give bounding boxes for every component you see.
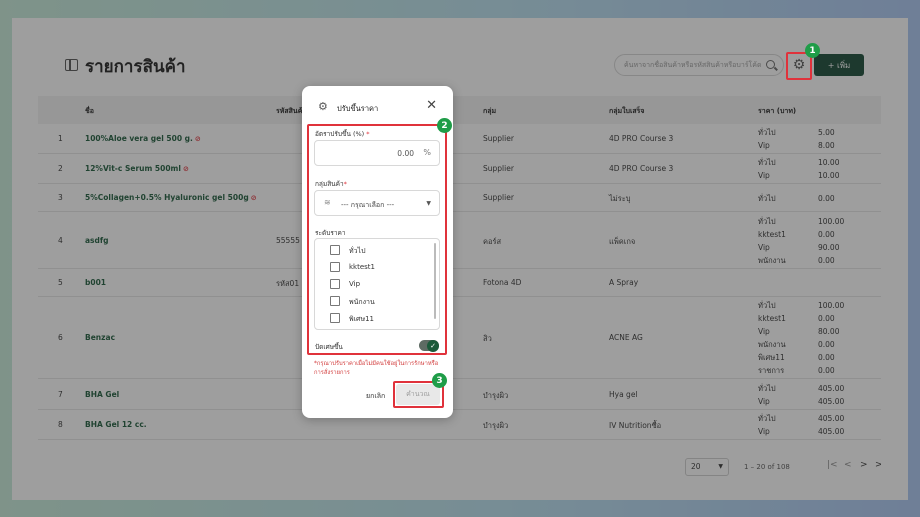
gear-icon: ⚙ <box>318 100 328 113</box>
dialog-title: ปรับขึ้นราคา <box>337 104 379 113</box>
price-level-option-label: พนักงาน <box>349 298 375 306</box>
annotation-badge-3: 3 <box>432 373 447 388</box>
checkbox[interactable] <box>330 262 340 272</box>
price-levels-list[interactable]: ทั่วไป kktest1 Vip พนักงานพิเศษ11 <box>314 238 440 330</box>
rate-value: 0.00 <box>397 149 414 158</box>
caret-down-icon: ▼ <box>426 200 431 207</box>
percent-icon: % <box>423 148 431 157</box>
checkbox[interactable] <box>330 279 340 289</box>
group-label-text: กลุ่มสินค้า <box>315 180 344 188</box>
warning-text: *กรุณาปรับราคาเมื่อไม่มีคนใช้อยู่ในการรั… <box>314 361 439 376</box>
dialog-header: ⚙ ปรับขึ้นราคา ✕ <box>302 86 453 124</box>
required-mark: * <box>366 130 370 138</box>
required-mark: * <box>343 180 347 188</box>
price-level-option-label: Vip <box>349 280 361 288</box>
checkbox[interactable] <box>330 245 340 255</box>
cancel-button[interactable]: ยกเลิก <box>366 391 385 402</box>
rate-label-text: อัตราปรับขึ้น (%) <box>315 130 365 138</box>
modal-backdrop[interactable] <box>0 0 920 517</box>
check-icon: ✓ <box>427 339 439 352</box>
calculate-button[interactable]: คำนวณ <box>396 384 440 405</box>
rate-label: อัตราปรับขึ้น (%) * <box>315 129 370 139</box>
round-label: ปัดเศษขึ้น <box>315 343 343 351</box>
levels-label: ระดับราคา <box>315 229 346 237</box>
round-toggle[interactable]: ✓ <box>419 339 439 352</box>
price-level-option-label: พิเศษ11 <box>349 315 374 323</box>
group-select[interactable]: ≋ --- กรุณาเลือก --- ▼ <box>314 190 440 216</box>
checkbox[interactable] <box>330 313 340 323</box>
levels-scrollbar[interactable] <box>434 243 436 319</box>
annotation-badge-2: 2 <box>437 118 452 133</box>
group-placeholder: --- กรุณาเลือก --- <box>341 201 395 209</box>
annotation-badge-1: 1 <box>805 43 820 58</box>
close-icon[interactable]: ✕ <box>426 98 437 113</box>
rate-input[interactable]: 0.00 % <box>314 140 440 166</box>
price-level-option-label: ทั่วไป <box>349 247 366 255</box>
group-label: กลุ่มสินค้า* <box>315 179 347 189</box>
checkbox[interactable] <box>330 296 340 306</box>
layers-icon: ≋ <box>324 198 331 207</box>
price-level-option-label: kktest1 <box>349 263 376 271</box>
